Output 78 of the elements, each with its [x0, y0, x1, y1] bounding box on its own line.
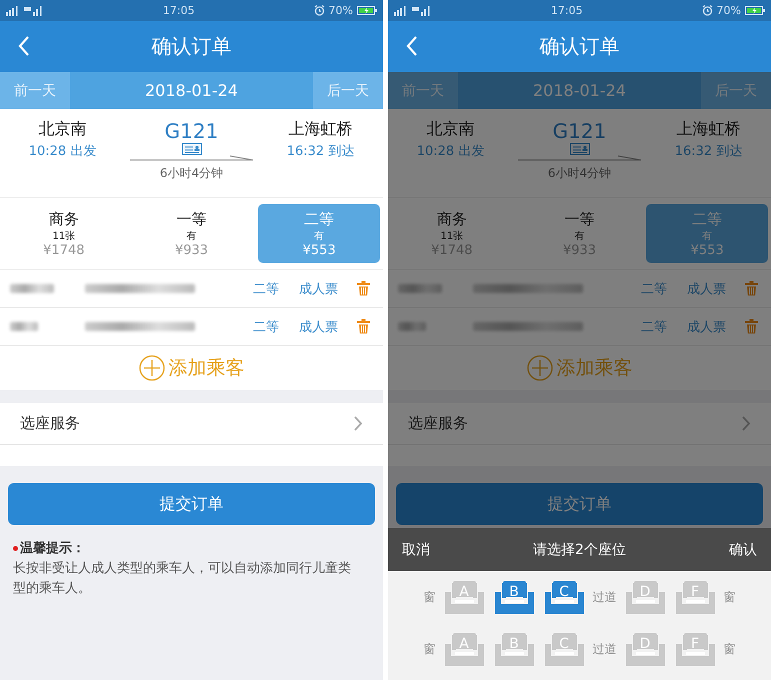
back-icon[interactable] [406, 36, 418, 56]
seat-service-row[interactable]: 选座服务 [388, 403, 771, 445]
station-name: 北京南 [426, 119, 474, 140]
station-time: 10:28 出发 [416, 143, 484, 160]
previous-day-button[interactable]: 前一天 [388, 72, 458, 109]
blurred-text [398, 284, 442, 293]
alarm-icon [702, 5, 713, 16]
seat-position-label: 窗 [724, 640, 736, 658]
previous-day-button[interactable]: 前一天 [0, 72, 70, 109]
plus-circle-icon [526, 355, 552, 381]
chevron-right-icon [742, 416, 751, 431]
trip-duration: 6小时4分钟 [160, 165, 224, 182]
station-time: 16:32 到达 [286, 143, 354, 160]
seat-class-option[interactable]: 二等 有 ¥553 [258, 204, 380, 263]
battery-percent: 70% [328, 4, 353, 17]
blurred-text [10, 284, 54, 293]
bullet-icon [13, 546, 18, 550]
seat-service-row[interactable]: 选座服务 [0, 403, 383, 445]
seat-position-label: 窗 [424, 640, 436, 658]
signal-icon [6, 6, 20, 16]
signal-icon [412, 6, 432, 16]
seat-class-label: 二等 [253, 318, 279, 336]
seat-service-label: 选座服务 [20, 414, 80, 433]
travel-date: 2018-01-24 [532, 80, 627, 102]
travel-date: 2018-01-24 [144, 80, 239, 102]
station-time: 16:32 到达 [674, 143, 742, 160]
trash-icon[interactable] [357, 281, 370, 296]
seat-class-option[interactable]: 二等 有 ¥553 [646, 204, 768, 263]
seat-position-label: 窗 [724, 588, 736, 606]
clock-time: 17:05 [550, 4, 583, 17]
next-day-button[interactable]: 后一天 [701, 72, 771, 109]
seat-position-label: 过道 [592, 588, 616, 606]
train-number: G121 [552, 119, 606, 143]
add-passenger-button[interactable]: 添加乘客 [388, 346, 771, 390]
confirm-button[interactable]: 确认 [728, 540, 757, 558]
cancel-button[interactable]: 取消 [402, 540, 430, 558]
blurred-text [10, 322, 38, 331]
page-title: 确认订单 [540, 33, 620, 60]
signal-icon [394, 6, 408, 16]
trash-icon[interactable] [357, 319, 370, 334]
add-passenger-button[interactable]: 添加乘客 [0, 346, 383, 390]
seat-class-label: 二等 [641, 318, 667, 336]
seat-picker-title: 请选择2个座位 [533, 540, 626, 558]
battery-icon [745, 6, 765, 15]
signal-icon [24, 6, 44, 16]
seat-position-label: 过道 [592, 640, 616, 658]
seat-position-label: 窗 [424, 588, 436, 606]
clock-time: 17:05 [162, 4, 195, 17]
station-name: 上海虹桥 [676, 119, 740, 140]
seat-service-label: 选座服务 [408, 414, 468, 433]
ticket-type-label: 成人票 [299, 318, 338, 336]
submit-order-button[interactable]: 提交订单 [8, 483, 375, 525]
tips-title: 温馨提示： [20, 540, 85, 557]
trip-duration: 6小时4分钟 [548, 165, 612, 182]
ticket-icon [182, 143, 202, 155]
page-title: 确认订单 [152, 33, 232, 60]
ticket-icon [570, 143, 590, 155]
tips-text: 长按非受让人成人类型的乘车人，可以自动添加同行儿童类型的乘车人。 [13, 560, 352, 598]
seat-class-label: 二等 [253, 280, 279, 298]
back-icon[interactable] [18, 36, 30, 56]
battery-icon [357, 6, 377, 15]
alarm-icon [314, 5, 325, 16]
ticket-type-label: 成人票 [299, 280, 338, 298]
seat-class-label: 二等 [641, 280, 667, 298]
blurred-text [398, 322, 426, 331]
station-name: 上海虹桥 [288, 119, 352, 140]
trash-icon[interactable] [745, 319, 758, 334]
plus-circle-icon [138, 355, 164, 381]
station-name: 北京南 [38, 119, 86, 140]
chevron-right-icon [354, 416, 363, 431]
battery-percent: 70% [716, 4, 741, 17]
trash-icon[interactable] [745, 281, 758, 296]
station-time: 10:28 出发 [28, 143, 96, 160]
train-number: G121 [164, 119, 218, 143]
next-day-button[interactable]: 后一天 [313, 72, 383, 109]
submit-order-button[interactable]: 提交订单 [396, 483, 763, 525]
ticket-type-label: 成人票 [687, 318, 726, 336]
ticket-type-label: 成人票 [687, 280, 726, 298]
